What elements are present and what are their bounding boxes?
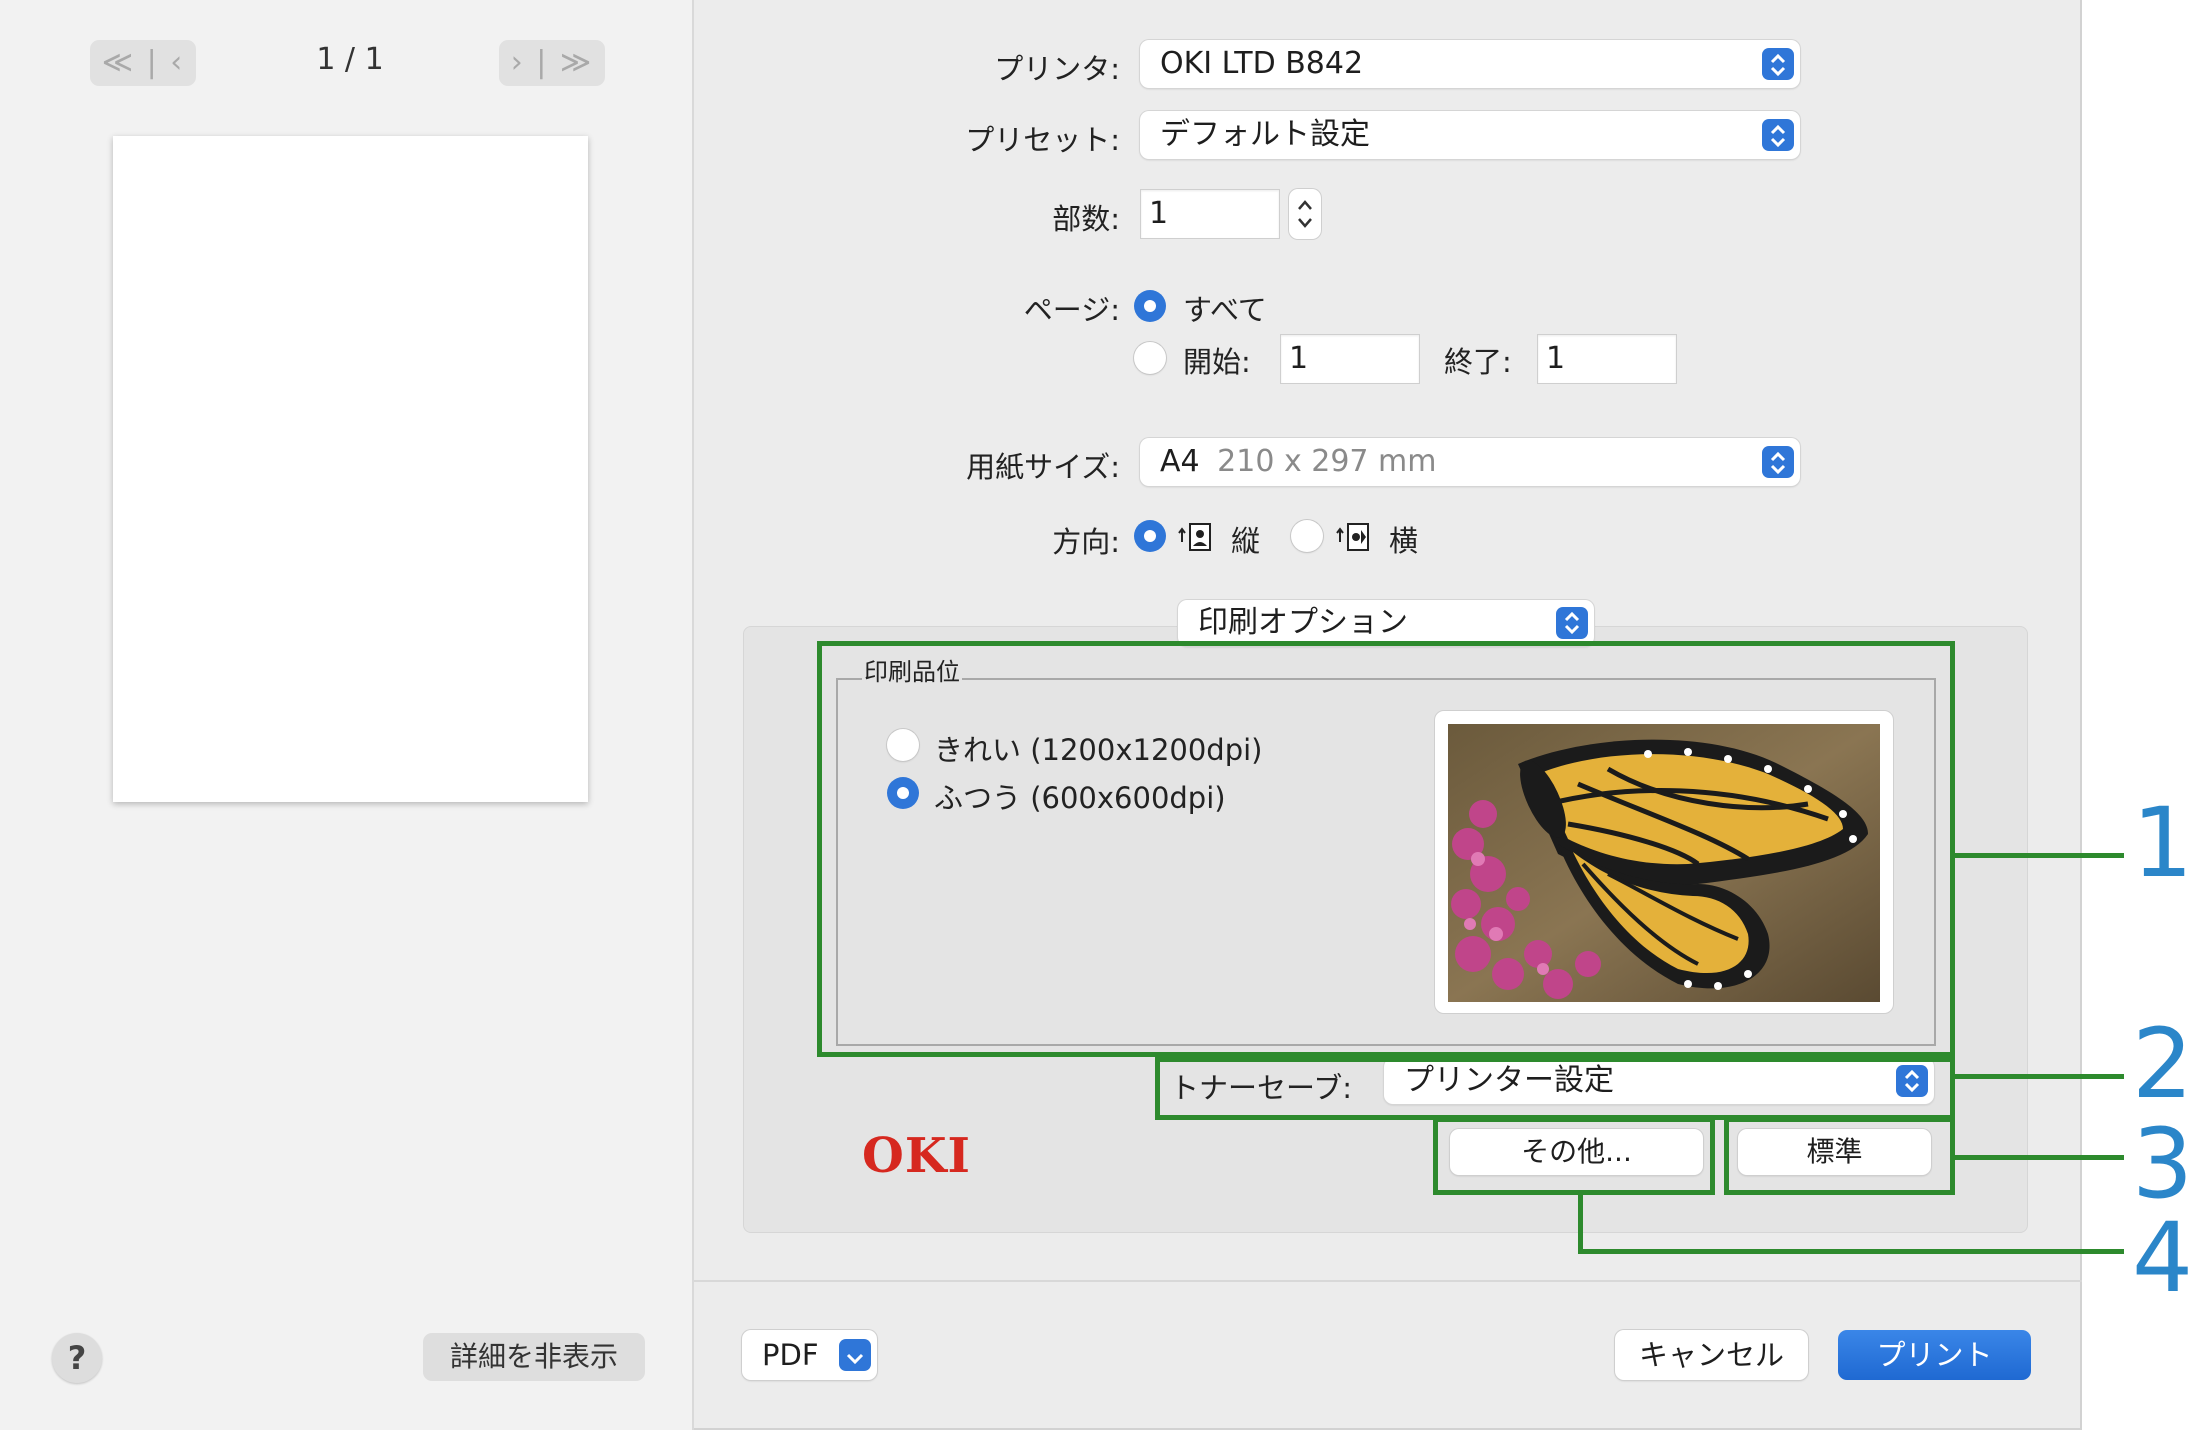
- chevron-down-icon: [839, 1339, 871, 1371]
- printer-value: OKI LTD B842: [1160, 46, 1364, 81]
- portrait-icon: [1178, 520, 1214, 558]
- callout-number-4: 4: [2132, 1202, 2191, 1314]
- preset-value: デフォルト設定: [1160, 117, 1370, 152]
- next-last-page-button[interactable]: › | ≫: [499, 40, 605, 86]
- pdf-menu-button[interactable]: PDF: [742, 1330, 877, 1380]
- paper-size-popup[interactable]: A4 210 x 297 mm: [1140, 438, 1800, 486]
- section-popup[interactable]: 印刷オプション: [1178, 600, 1594, 646]
- preset-label: プリセット:: [965, 123, 1120, 157]
- updown-arrows-icon: [1762, 446, 1794, 478]
- orientation-landscape-radio[interactable]: [1291, 520, 1323, 552]
- pdf-label: PDF: [762, 1338, 819, 1372]
- stepper-arrows-icon: [1298, 200, 1312, 228]
- pages-label: ページ:: [1023, 293, 1120, 327]
- callout-box-1: [817, 641, 1955, 1057]
- page-counter: 1 / 1: [316, 42, 384, 77]
- paper-size-name: A4: [1160, 444, 1200, 479]
- callout-number-2: 2: [2132, 1008, 2191, 1120]
- updown-arrows-icon: [1762, 48, 1794, 80]
- cancel-button[interactable]: キャンセル: [1615, 1330, 1808, 1380]
- preset-popup[interactable]: デフォルト設定: [1140, 111, 1800, 159]
- updown-arrows-icon: [1556, 607, 1588, 639]
- callout-line-1: [1955, 853, 2124, 858]
- orientation-label: 方向:: [1052, 525, 1120, 559]
- printer-label: プリンタ:: [994, 52, 1120, 86]
- first-prev-page-button[interactable]: ≪ | ‹: [90, 40, 196, 86]
- callout-box-4: [1433, 1117, 1715, 1195]
- pages-all-radio[interactable]: [1134, 290, 1166, 322]
- callout-number-3: 3: [2132, 1108, 2191, 1220]
- page-preview: [113, 136, 588, 802]
- paper-size-dims: 210 x 297 mm: [1217, 444, 1437, 479]
- callout-box-2: [1155, 1057, 1955, 1120]
- updown-arrows-icon: [1762, 119, 1794, 151]
- pages-from-field[interactable]: 1: [1280, 334, 1420, 384]
- callout-box-3: [1724, 1117, 1955, 1195]
- pages-to-label: 終了:: [1444, 345, 1512, 379]
- callout-line-4-vertical: [1578, 1195, 1583, 1254]
- footer-divider: [694, 1280, 2082, 1282]
- printer-popup[interactable]: OKI LTD B842: [1140, 40, 1800, 88]
- copies-label: 部数:: [1052, 202, 1120, 236]
- pages-range-radio[interactable]: [1134, 342, 1166, 374]
- copies-field[interactable]: 1: [1140, 189, 1280, 239]
- orientation-portrait-label: 縦: [1231, 524, 1261, 558]
- print-button[interactable]: プリント: [1838, 1330, 2031, 1380]
- copies-stepper[interactable]: [1289, 189, 1321, 239]
- section-value: 印刷オプション: [1198, 605, 1408, 640]
- callout-line-3: [1955, 1155, 2124, 1160]
- landscape-icon: [1336, 520, 1372, 558]
- callout-line-4: [1578, 1249, 2124, 1254]
- callout-line-2: [1955, 1074, 2124, 1079]
- pages-all-label: すべて: [1183, 293, 1267, 327]
- callout-number-1: 1: [2132, 787, 2191, 899]
- help-button[interactable]: ?: [52, 1333, 102, 1383]
- pages-from-label: 開始:: [1183, 345, 1251, 379]
- orientation-landscape-label: 横: [1389, 524, 1419, 558]
- paper-size-label: 用紙サイズ:: [966, 450, 1120, 484]
- orientation-portrait-radio[interactable]: [1134, 520, 1166, 552]
- preview-pane: ≪ | ‹ 1 / 1 › | ≫ ? 詳細を非表示: [0, 0, 694, 1430]
- pages-to-field[interactable]: 1: [1537, 334, 1677, 384]
- oki-logo: OKI: [862, 1128, 971, 1184]
- hide-details-button[interactable]: 詳細を非表示: [423, 1333, 645, 1381]
